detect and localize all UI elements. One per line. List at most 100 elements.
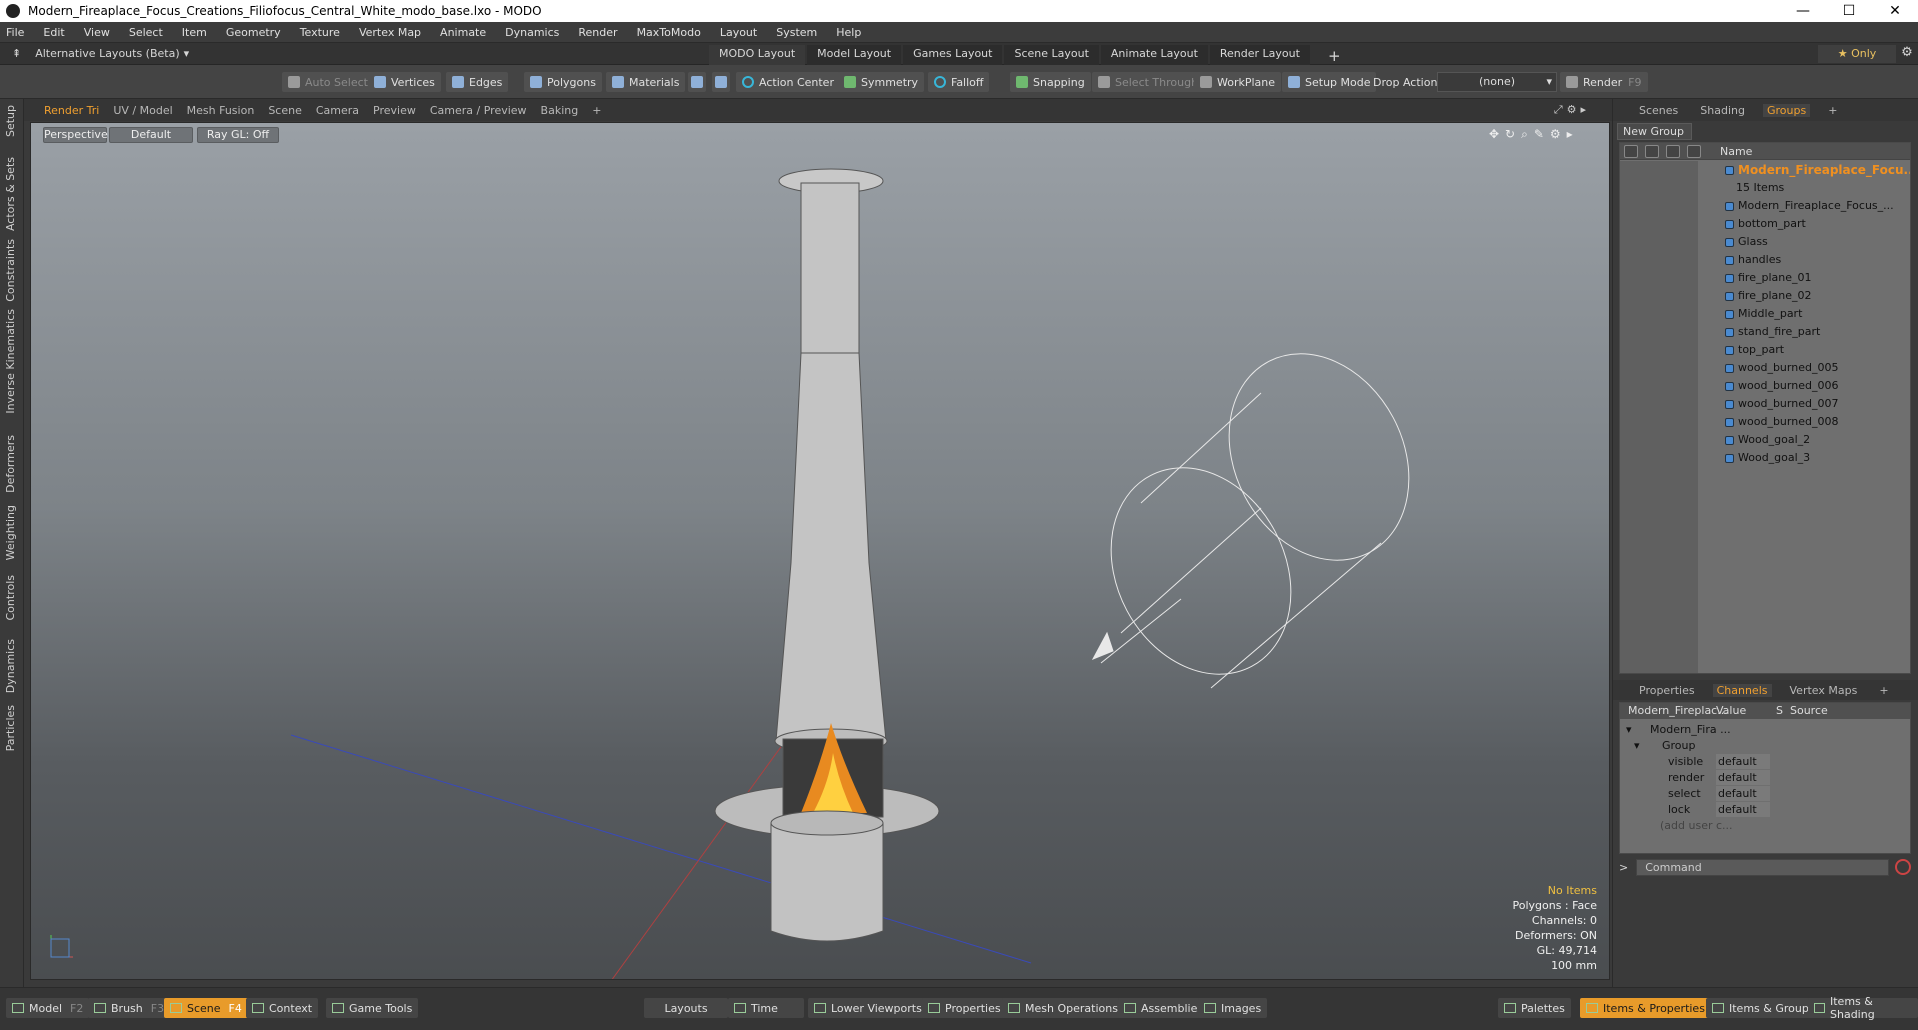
mesh-operations-button[interactable]: Mesh Operations bbox=[1002, 998, 1124, 1018]
auto-select-button[interactable]: Auto Select bbox=[282, 72, 374, 92]
new-group-button[interactable]: New Group bbox=[1617, 123, 1692, 140]
tab-scene-layout[interactable]: Scene Layout bbox=[1004, 45, 1099, 67]
render-button[interactable]: Render F9 bbox=[1560, 72, 1648, 92]
edges-button[interactable]: Edges bbox=[446, 72, 509, 92]
list-item[interactable]: wood_burned_008 bbox=[1620, 413, 1910, 431]
list-item[interactable]: top_part bbox=[1620, 341, 1910, 359]
list-item[interactable]: bottom_part bbox=[1620, 215, 1910, 233]
brush-button[interactable]: Brush F3 bbox=[88, 998, 171, 1018]
tab-uv-model[interactable]: UV / Model bbox=[113, 104, 172, 117]
tab-baking[interactable]: Baking bbox=[541, 104, 579, 117]
images-button[interactable]: Images bbox=[1198, 998, 1268, 1018]
select-through-button[interactable]: Select Through bbox=[1092, 72, 1205, 92]
menu-maxtomodo[interactable]: MaxToModo bbox=[637, 26, 701, 39]
minimize-button[interactable]: — bbox=[1780, 3, 1826, 19]
menu-select[interactable]: Select bbox=[129, 26, 163, 39]
render-toggle-icon[interactable] bbox=[1645, 145, 1659, 158]
items-shading-button[interactable]: Items & Shading bbox=[1808, 995, 1918, 1021]
menu-edit[interactable]: Edit bbox=[43, 26, 64, 39]
alternative-layouts-dropdown[interactable]: ⇞ Alternative Layouts (Beta) ▾ bbox=[12, 47, 189, 60]
menu-geometry[interactable]: Geometry bbox=[226, 26, 281, 39]
list-item[interactable]: fire_plane_01 bbox=[1620, 269, 1910, 287]
left-tab-dynamics[interactable]: Dynamics bbox=[4, 639, 17, 693]
list-item[interactable]: wood_burned_005 bbox=[1620, 359, 1910, 377]
menu-file[interactable]: File bbox=[6, 26, 24, 39]
workplane-button[interactable]: WorkPlane bbox=[1194, 72, 1282, 92]
layout-toggle-icon[interactable]: ⇞ bbox=[12, 47, 21, 60]
tab-scenes[interactable]: Scenes bbox=[1635, 104, 1682, 117]
list-item[interactable]: stand_fire_part bbox=[1620, 323, 1910, 341]
list-item[interactable]: wood_burned_007 bbox=[1620, 395, 1910, 413]
tab-groups[interactable]: Groups bbox=[1762, 103, 1811, 117]
tab-shading[interactable]: Shading bbox=[1696, 104, 1749, 117]
menu-render[interactable]: Render bbox=[578, 26, 617, 39]
menu-dynamics[interactable]: Dynamics bbox=[505, 26, 559, 39]
list-item[interactable]: Wood_goal_2 bbox=[1620, 431, 1910, 449]
group-root[interactable]: Modern_Fireaplace_Focu... bbox=[1620, 161, 1910, 179]
menu-help[interactable]: Help bbox=[836, 26, 861, 39]
left-tab-constraints[interactable]: Constraints bbox=[4, 239, 17, 302]
action-center-button[interactable]: Action Center bbox=[736, 72, 840, 92]
menu-item[interactable]: Item bbox=[182, 26, 207, 39]
materials-button[interactable]: Materials bbox=[606, 72, 686, 92]
left-tab-actors-sets[interactable]: Actors & Sets bbox=[4, 157, 17, 231]
time-button[interactable]: Time bbox=[728, 998, 804, 1018]
tab-properties[interactable]: Properties bbox=[1635, 684, 1699, 697]
game-tools-button[interactable]: Game Tools bbox=[326, 998, 419, 1018]
menu-vertex-map[interactable]: Vertex Map bbox=[359, 26, 421, 39]
palettes-button[interactable]: Palettes bbox=[1498, 998, 1571, 1018]
tab-camera[interactable]: Camera bbox=[316, 104, 359, 117]
left-tab-deformers[interactable]: Deformers bbox=[4, 435, 17, 493]
menu-texture[interactable]: Texture bbox=[300, 26, 340, 39]
only-button[interactable]: ★ Only bbox=[1818, 45, 1896, 63]
tab-preview[interactable]: Preview bbox=[373, 104, 416, 117]
viewport-options-icons[interactable]: ⤢⚙▸ bbox=[1554, 103, 1590, 117]
tab-render-layout[interactable]: Render Layout bbox=[1209, 45, 1310, 67]
list-item[interactable]: fire_plane_02 bbox=[1620, 287, 1910, 305]
eye-icon[interactable] bbox=[1624, 145, 1638, 158]
left-tab-inverse-kinematics[interactable]: Inverse Kinematics bbox=[4, 309, 17, 414]
menu-system[interactable]: System bbox=[776, 26, 817, 39]
tab-animate-layout[interactable]: Animate Layout bbox=[1100, 45, 1208, 67]
select-mode-icon-a[interactable] bbox=[688, 72, 706, 92]
select-mode-icon-b[interactable] bbox=[712, 72, 730, 92]
model-button[interactable]: Model F2 bbox=[6, 998, 90, 1018]
falloff-button[interactable]: Falloff bbox=[928, 72, 990, 92]
list-item[interactable]: Middle_part bbox=[1620, 305, 1910, 323]
layouts-button[interactable]: Layouts bbox=[644, 998, 728, 1018]
snapping-button[interactable]: Snapping bbox=[1010, 72, 1091, 92]
add-layout-icon[interactable]: + bbox=[1318, 45, 1351, 67]
left-tab-setup[interactable]: Setup bbox=[4, 105, 17, 137]
left-tab-controls[interactable]: Controls bbox=[4, 575, 17, 621]
select-toggle-icon[interactable] bbox=[1687, 145, 1701, 158]
list-item[interactable]: wood_burned_006 bbox=[1620, 377, 1910, 395]
list-item[interactable]: Wood_goal_3 bbox=[1620, 449, 1910, 467]
drop-action-select[interactable]: (none) ▾ bbox=[1437, 72, 1557, 92]
assemblies-button[interactable]: Assemblies bbox=[1118, 998, 1210, 1018]
context-button[interactable]: Context bbox=[246, 998, 319, 1018]
command-input[interactable]: Command bbox=[1636, 858, 1890, 876]
items-groups-button[interactable]: Items & Groups bbox=[1706, 998, 1821, 1018]
add-viewport-tab-icon[interactable]: + bbox=[592, 104, 601, 117]
symmetry-button[interactable]: Symmetry bbox=[838, 72, 925, 92]
add-tab-icon[interactable]: + bbox=[1875, 684, 1892, 697]
vertices-button[interactable]: Vertices bbox=[368, 72, 441, 92]
lock-icon[interactable] bbox=[1666, 145, 1680, 158]
add-tab-icon[interactable]: + bbox=[1824, 104, 1841, 117]
items-properties-button[interactable]: Items & Properties bbox=[1580, 998, 1711, 1018]
tab-mesh-fusion[interactable]: Mesh Fusion bbox=[187, 104, 255, 117]
list-item[interactable]: Glass bbox=[1620, 233, 1910, 251]
tab-render-tri[interactable]: Render Tri bbox=[44, 104, 99, 117]
scene-button[interactable]: Scene F4 bbox=[164, 998, 248, 1018]
menu-view[interactable]: View bbox=[84, 26, 110, 39]
polygons-button[interactable]: Polygons bbox=[524, 72, 602, 92]
menu-animate[interactable]: Animate bbox=[440, 26, 486, 39]
tab-camera-preview[interactable]: Camera / Preview bbox=[430, 104, 527, 117]
left-tab-particles[interactable]: Particles bbox=[4, 705, 17, 751]
close-button[interactable]: ✕ bbox=[1872, 3, 1918, 19]
menu-layout[interactable]: Layout bbox=[720, 26, 757, 39]
tab-games-layout[interactable]: Games Layout bbox=[903, 45, 1003, 67]
tab-model-layout[interactable]: Model Layout bbox=[807, 45, 902, 67]
add-user-channel[interactable]: (add user c... bbox=[1620, 817, 1910, 835]
tab-channels[interactable]: Channels bbox=[1712, 683, 1772, 697]
